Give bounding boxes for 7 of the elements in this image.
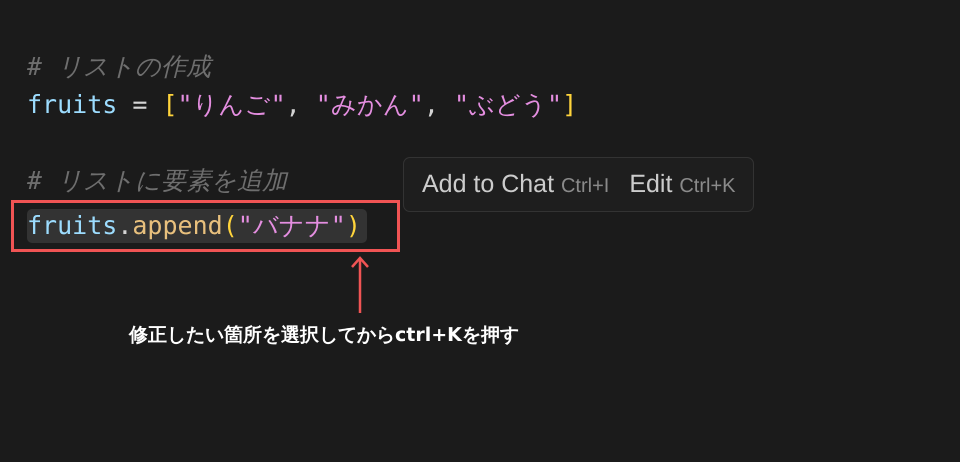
code-comment: # リストに要素を追加 — [27, 165, 288, 197]
code-line: fruits = ["りんご", "みかん", "ぶどう"] — [27, 89, 578, 121]
menu-item[interactable]: Add to Chat Ctrl+I — [414, 164, 618, 205]
menu-item[interactable]: Edit Ctrl+K — [621, 164, 744, 205]
up-arrow — [351, 256, 369, 314]
code-comment: # リストの作成 — [27, 51, 212, 83]
annotation-caption: 修正したい箇所を選択してからctrl+Kを押す — [129, 323, 519, 348]
